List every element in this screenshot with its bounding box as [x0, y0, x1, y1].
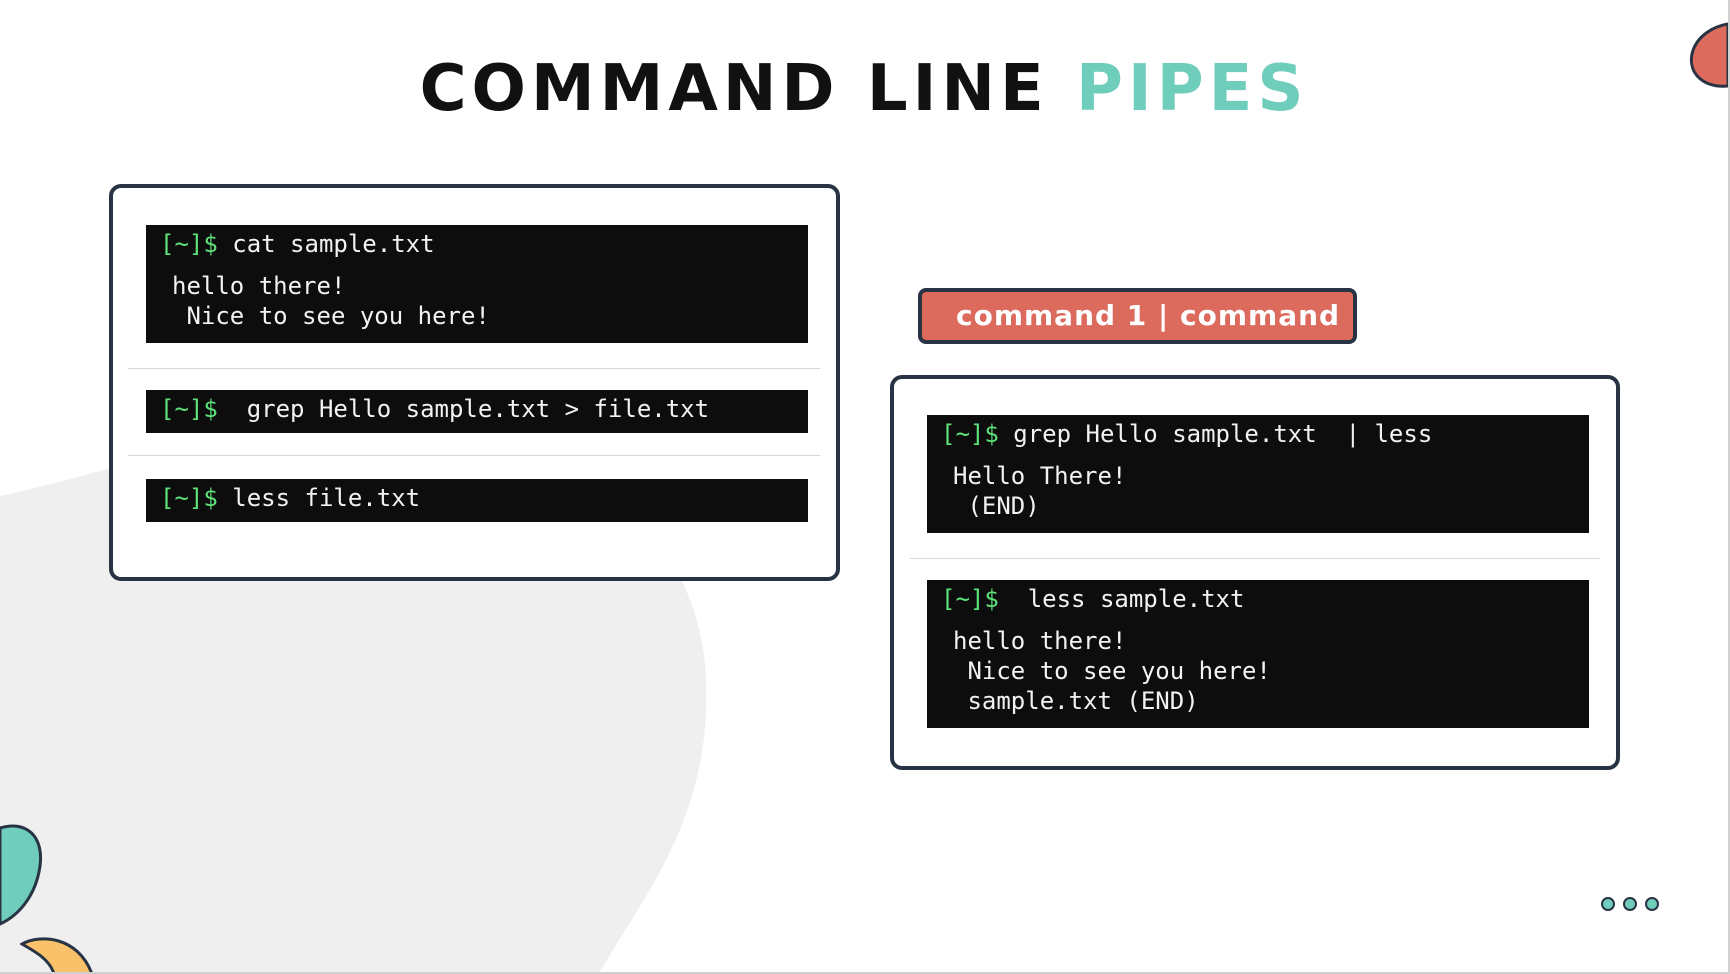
terminal-block-cat: [~]$ cat sample.txt hello there! Nice to … [146, 225, 808, 343]
terminal-block-less: [~]$ less file.txt [146, 479, 808, 522]
divider [910, 558, 1600, 559]
terminal-output-line: hello there! [953, 627, 1127, 655]
dot [1623, 897, 1637, 911]
terminal-output: hello there! Nice to see you here! sampl… [941, 626, 1575, 716]
terminal-prompt: [~]$ [160, 395, 218, 423]
terminal-output-line: Hello There! [953, 462, 1127, 490]
slide: COMMAND LINE PIPES [~]$ cat sample.txt he… [0, 0, 1730, 974]
terminal-output-line: (END) [953, 492, 1040, 520]
terminal-command: grep Hello sample.txt | less [998, 420, 1433, 448]
terminal-output-line: hello there! [172, 272, 346, 300]
divider [128, 368, 820, 369]
terminal-output-line: sample.txt (END) [953, 687, 1199, 715]
title-main: COMMAND LINE [419, 52, 1049, 126]
teal-blob-icon [0, 824, 43, 926]
terminal-prompt: [~]$ [941, 420, 999, 448]
terminal-output: hello there! Nice to see you here! [160, 271, 794, 331]
terminal-prompt: [~]$ [160, 230, 218, 258]
pipe-syntax-badge: command 1 | command 2 [918, 288, 1357, 380]
terminal-command: less file.txt [217, 484, 421, 512]
divider [128, 455, 820, 456]
terminal-command: cat sample.txt [217, 230, 435, 258]
terminal-block-less-sample: [~]$ less sample.txt hello there! Nice to… [927, 580, 1589, 728]
title-accent: PIPES [1075, 52, 1309, 126]
more-dots-icon[interactable] [1601, 897, 1659, 911]
page-title: COMMAND LINE PIPES [0, 52, 1728, 126]
terminal-prompt: [~]$ [160, 484, 218, 512]
terminal-block-grep-pipe: [~]$ grep Hello sample.txt | less Hello T… [927, 415, 1589, 533]
dot [1601, 897, 1615, 911]
terminal-command: grep Hello sample.txt > file.txt [217, 395, 710, 423]
terminal-output: Hello There! (END) [941, 461, 1575, 521]
terminal-output-line: Nice to see you here! [953, 657, 1271, 685]
yellow-blob-icon [20, 937, 93, 972]
dot [1645, 897, 1659, 911]
terminal-output-line: Nice to see you here! [172, 302, 490, 330]
terminal-command: less sample.txt [998, 585, 1245, 613]
terminal-prompt: [~]$ [941, 585, 999, 613]
terminal-block-grep: [~]$ grep Hello sample.txt > file.txt [146, 390, 808, 433]
